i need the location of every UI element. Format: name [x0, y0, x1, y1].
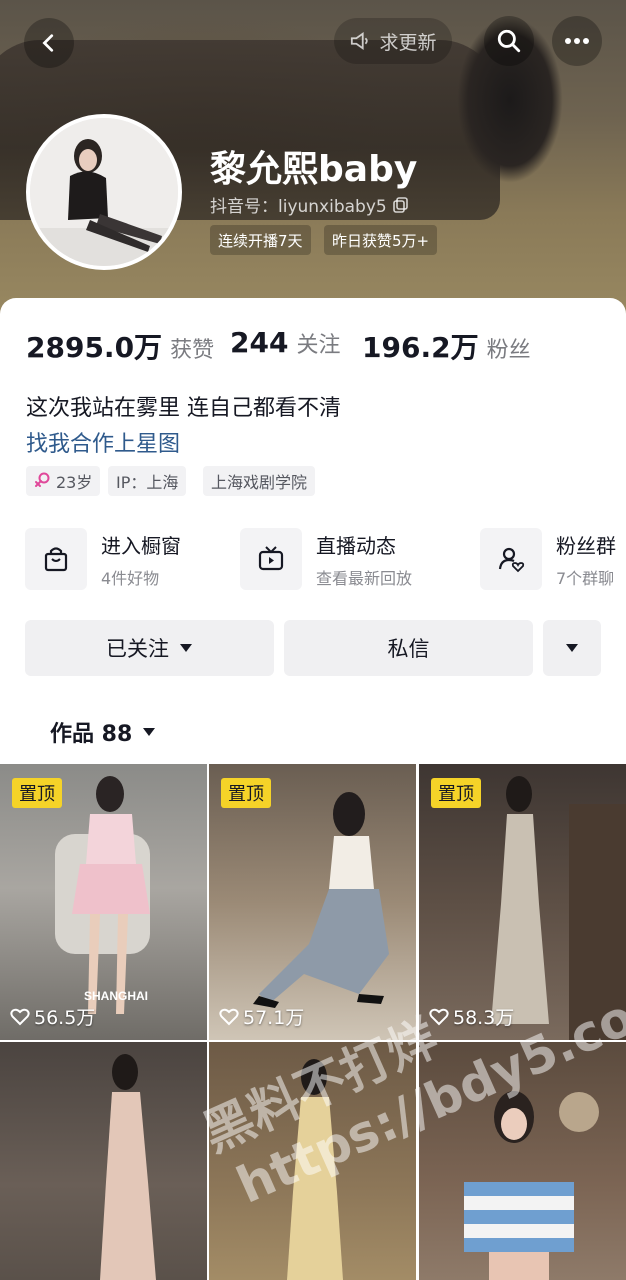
- caret-down-icon: [566, 644, 578, 652]
- live-dynamics-title: 直播动态: [316, 533, 396, 558]
- like-count: 57.1万: [219, 1003, 304, 1030]
- douyin-id-text: 抖音号：liyunxibaby5: [210, 197, 387, 217]
- megaphone-icon: [351, 31, 369, 51]
- profile-bio: 这次我站在雾里 连自己都看不清: [26, 396, 341, 421]
- works-grid: SHANGHAI 置顶 56.5万 置顶 57.1万 置顶 58.3万: [0, 764, 626, 1280]
- like-count: 58.3万: [429, 1003, 514, 1030]
- fan-group-subtitle: 7个群聊: [556, 568, 615, 588]
- stat-followers-label: 粉丝: [486, 338, 531, 363]
- thumbnail-image: [464, 1091, 599, 1280]
- stat-following[interactable]: 244 关注: [230, 326, 340, 359]
- female-gender-icon: [35, 472, 50, 487]
- stat-likes-label: 获赞: [170, 338, 215, 363]
- caret-down-icon: [180, 644, 192, 652]
- likes-yesterday-tag: 昨日获赞5万+: [324, 225, 438, 255]
- more-dots-icon: [565, 38, 589, 44]
- shop-window-entry[interactable]: 进入橱窗 4件好物: [25, 528, 181, 590]
- douyin-id: 抖音号：liyunxibaby5: [210, 192, 409, 217]
- tab-works[interactable]: 作品 88: [50, 716, 156, 748]
- copy-icon[interactable]: [392, 196, 409, 213]
- stat-following-number: 244: [230, 326, 289, 359]
- more-button[interactable]: [552, 16, 602, 66]
- live-streak-tag: 连续开播7天: [210, 225, 311, 255]
- video-thumbnail[interactable]: 置顶 57.1万: [209, 764, 416, 1040]
- followed-label: 已关注: [106, 637, 169, 661]
- cooperation-link[interactable]: 找我合作上星图: [26, 426, 180, 458]
- thumbnail-image: [287, 1059, 343, 1280]
- video-thumbnail[interactable]: [419, 1042, 626, 1280]
- shop-window-subtitle: 4件好物: [101, 568, 160, 588]
- profile-name: 黎允熙baby: [210, 149, 418, 190]
- like-count-text: 58.3万: [453, 1007, 515, 1029]
- message-button[interactable]: 私信: [284, 620, 533, 676]
- pinned-badge: 置顶: [12, 778, 62, 808]
- followed-button[interactable]: 已关注: [25, 620, 274, 676]
- thumbnail-image: [100, 1054, 156, 1280]
- shopping-bag-icon: [25, 528, 87, 590]
- video-thumbnail[interactable]: SHANGHAI 置顶 56.5万: [0, 764, 207, 1040]
- live-dynamics-entry[interactable]: 直播动态 查看最新回放: [240, 528, 412, 590]
- shop-window-title: 进入橱窗: [101, 533, 181, 558]
- fan-group-entry[interactable]: 粉丝群 7个群聊: [480, 528, 616, 590]
- stat-followers[interactable]: 196.2万 粉丝: [362, 326, 531, 366]
- avatar[interactable]: [26, 114, 182, 270]
- stat-following-label: 关注: [296, 333, 341, 358]
- ask-update-label: 求更新: [379, 31, 437, 54]
- fan-group-title: 粉丝群: [556, 533, 616, 558]
- like-count-text: 56.5万: [34, 1007, 96, 1029]
- works-tab-label: 作品 88: [50, 722, 133, 747]
- pinned-badge: 置顶: [221, 778, 271, 808]
- stat-likes: 2895.0万 获赞: [26, 326, 214, 366]
- pinned-badge: 置顶: [431, 778, 481, 808]
- like-count: 56.5万: [10, 1003, 95, 1030]
- video-thumbnail[interactable]: 置顶 58.3万: [419, 764, 626, 1040]
- ask-update-button[interactable]: 求更新: [334, 18, 452, 64]
- fan-group-icon: [480, 528, 542, 590]
- heart-icon: [429, 1008, 449, 1025]
- chevron-left-icon: [42, 34, 54, 52]
- heart-icon: [219, 1008, 239, 1025]
- message-label: 私信: [387, 637, 430, 661]
- tv-play-icon: [240, 528, 302, 590]
- striped-top: [464, 1182, 574, 1252]
- school-chip[interactable]: 上海戏剧学院: [203, 466, 316, 496]
- heart-icon: [10, 1008, 30, 1025]
- avatar-image: [30, 118, 178, 266]
- video-thumbnail[interactable]: [209, 1042, 416, 1280]
- age-text: 23岁: [56, 473, 93, 492]
- age-chip: 23岁: [26, 466, 101, 496]
- shirt-overlay-text: SHANGHAI: [84, 989, 148, 1003]
- video-thumbnail[interactable]: [0, 1042, 207, 1280]
- like-count-text: 57.1万: [243, 1007, 305, 1029]
- stat-followers-number: 196.2万: [362, 331, 479, 364]
- stat-likes-number: 2895.0万: [26, 331, 163, 364]
- caret-down-icon: [143, 728, 156, 736]
- more-options-button[interactable]: [543, 620, 601, 676]
- back-button[interactable]: [24, 18, 74, 68]
- search-icon: [497, 29, 521, 53]
- ip-chip: IP：上海: [108, 466, 187, 496]
- search-button[interactable]: [484, 16, 534, 66]
- live-dynamics-subtitle: 查看最新回放: [316, 568, 413, 588]
